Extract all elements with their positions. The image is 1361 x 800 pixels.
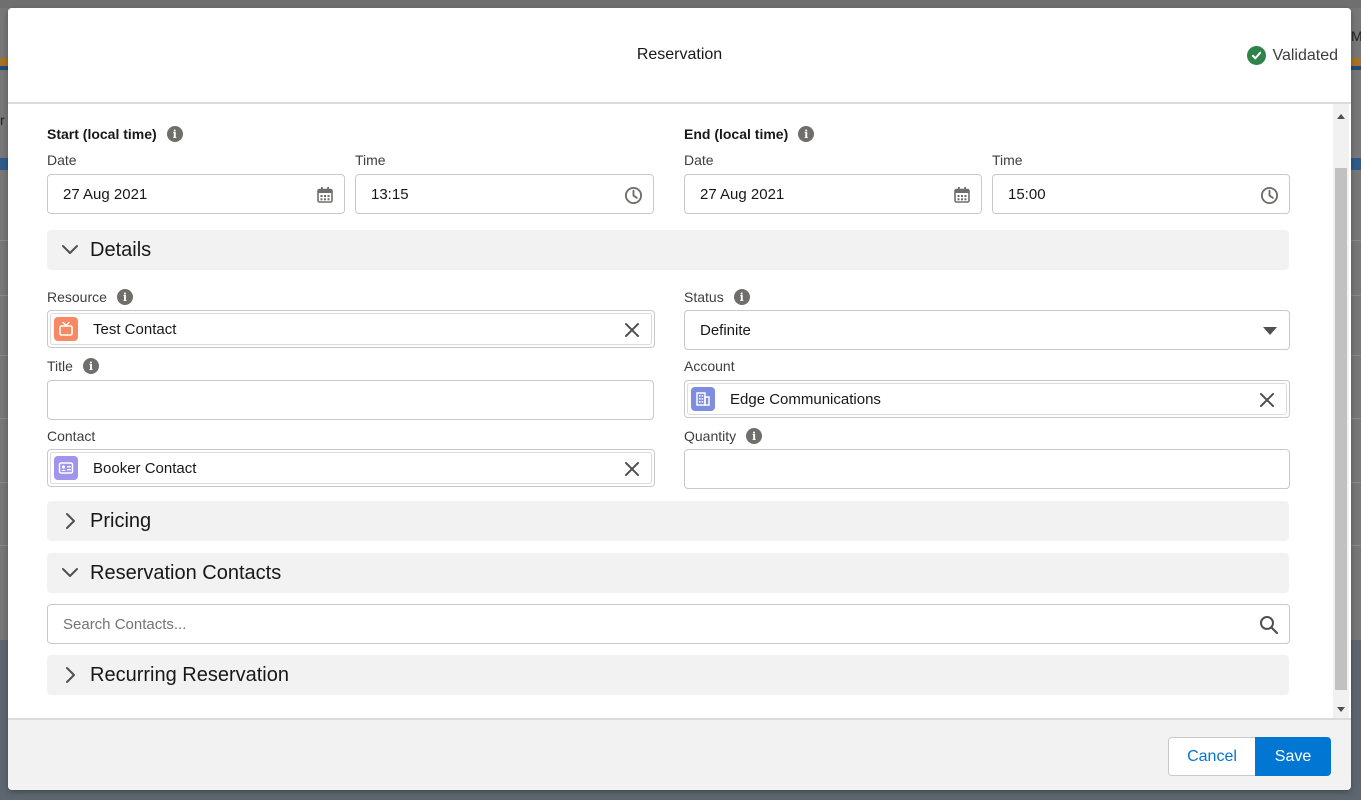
end-group-label: End (local time) i <box>684 126 815 142</box>
resource-label: Resource i <box>47 289 133 305</box>
account-value: Edge Communications <box>730 390 881 408</box>
account-pill: Edge Communications <box>687 383 1287 415</box>
end-date-label: Date <box>684 152 714 168</box>
contact-value: Booker Contact <box>93 459 197 477</box>
status-value: Definite <box>700 321 751 339</box>
start-time-input[interactable]: 13:15 <box>355 174 654 214</box>
section-reservation-contacts-title: Reservation Contacts <box>90 561 282 584</box>
end-date-input[interactable]: 27 Aug 2021 <box>684 174 982 214</box>
search-contacts-input[interactable]: Search Contacts... <box>47 604 1290 644</box>
start-date-label: Date <box>47 152 77 168</box>
chevron-down-icon <box>61 564 79 582</box>
contact-lookup[interactable]: Booker Contact <box>47 449 655 487</box>
start-group-label: Start (local time) i <box>47 126 183 142</box>
title-input[interactable] <box>47 380 654 420</box>
close-icon[interactable] <box>624 461 640 482</box>
end-date-value: 27 Aug 2021 <box>700 185 785 203</box>
tv-icon <box>54 317 78 341</box>
close-icon[interactable] <box>1259 392 1275 413</box>
start-date-input[interactable]: 27 Aug 2021 <box>47 174 345 214</box>
title-label-text: Title <box>47 358 73 374</box>
cancel-button[interactable]: Cancel <box>1168 737 1256 776</box>
end-time-value: 15:00 <box>1008 185 1046 203</box>
background-peek-text-left: r <box>0 112 5 128</box>
resource-pill: Test Contact <box>50 313 652 345</box>
end-time-label: Time <box>992 152 1023 168</box>
section-details-title: Details <box>90 238 152 261</box>
info-icon[interactable]: i <box>166 126 183 142</box>
info-icon[interactable]: i <box>82 358 99 374</box>
calendar-icon[interactable] <box>953 186 971 208</box>
modal-body: Start (local time) i Date 27 Aug 2021 Ti… <box>8 104 1351 718</box>
status-label-text: Status <box>684 289 724 305</box>
account-label: Account <box>684 358 735 374</box>
quantity-input[interactable] <box>684 449 1290 489</box>
section-details-header[interactable]: Details <box>47 230 1289 270</box>
quantity-label: Quantity i <box>684 428 763 444</box>
background-peek-text-right: M <box>1351 28 1361 44</box>
contact-pill: Booker Contact <box>50 452 652 484</box>
start-group-label-text: Start (local time) <box>47 126 157 142</box>
info-icon[interactable]: i <box>733 289 750 305</box>
status-select[interactable]: Definite <box>684 310 1290 350</box>
scrollbar-thumb[interactable] <box>1335 168 1347 690</box>
resource-lookup[interactable]: Test Contact <box>47 310 655 348</box>
validation-status: Validated <box>1247 46 1338 65</box>
info-icon[interactable]: i <box>746 428 763 444</box>
calendar-icon[interactable] <box>316 186 334 208</box>
save-button[interactable]: Save <box>1255 737 1331 776</box>
quantity-label-text: Quantity <box>684 428 737 444</box>
clock-icon[interactable] <box>1260 186 1279 209</box>
info-icon[interactable]: i <box>798 126 815 142</box>
chevron-right-icon <box>61 666 79 684</box>
title-label: Title i <box>47 358 99 374</box>
section-recurring-reservation-title: Recurring Reservation <box>90 663 289 686</box>
reservation-modal: Reservation Validated Start (local time)… <box>8 8 1351 790</box>
background-top-bar <box>0 0 1361 8</box>
check-circle-icon <box>1247 46 1267 65</box>
search-contacts-placeholder: Search Contacts... <box>63 615 187 633</box>
close-icon[interactable] <box>624 322 640 343</box>
caret-down-icon <box>1263 327 1277 335</box>
chevron-right-icon <box>61 512 79 530</box>
building-icon <box>691 387 715 411</box>
status-label: Status i <box>684 289 750 305</box>
modal-scrollbar[interactable] <box>1333 104 1349 718</box>
start-date-value: 27 Aug 2021 <box>63 185 148 203</box>
contact-card-icon <box>54 456 78 480</box>
resource-label-text: Resource <box>47 289 107 305</box>
section-pricing-header[interactable]: Pricing <box>47 501 1289 541</box>
section-recurring-reservation-header[interactable]: Recurring Reservation <box>47 655 1289 695</box>
modal-title: Reservation <box>636 46 723 63</box>
scroll-down-arrow-icon[interactable] <box>1337 707 1345 712</box>
contact-label: Contact <box>47 428 96 444</box>
resource-value: Test Contact <box>93 320 177 338</box>
section-pricing-title: Pricing <box>90 509 152 532</box>
info-icon[interactable]: i <box>116 289 133 305</box>
start-time-label: Time <box>355 152 386 168</box>
end-group-label-text: End (local time) <box>684 126 789 142</box>
modal-footer: Cancel Save <box>8 718 1351 790</box>
chevron-down-icon <box>61 241 79 259</box>
validation-status-text: Validated <box>1272 46 1338 64</box>
modal-header: Reservation Validated <box>8 8 1351 104</box>
search-icon[interactable] <box>1259 615 1279 639</box>
clock-icon[interactable] <box>624 186 643 209</box>
scroll-up-arrow-icon[interactable] <box>1337 114 1345 119</box>
section-reservation-contacts-header[interactable]: Reservation Contacts <box>47 553 1289 593</box>
account-lookup[interactable]: Edge Communications <box>684 380 1290 418</box>
end-time-input[interactable]: 15:00 <box>992 174 1290 214</box>
start-time-value: 13:15 <box>371 185 409 203</box>
